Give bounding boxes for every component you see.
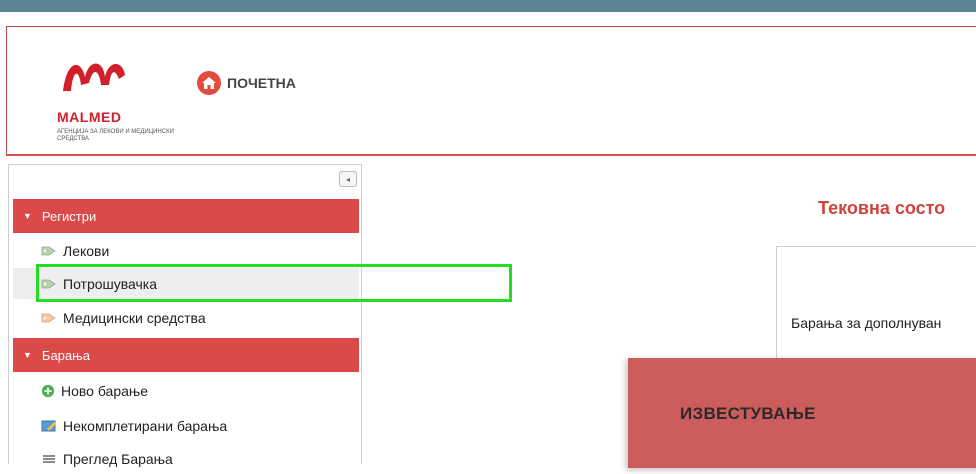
home-label: ПОЧЕТНА: [227, 75, 296, 91]
sidebar-item-label: Медицински средства: [63, 309, 206, 326]
sidebar-item-request-overview[interactable]: Преглед Барања: [13, 443, 359, 474]
section-requests-label: Барања: [41, 347, 90, 363]
collapse-sidebar-button[interactable]: ◂: [339, 171, 357, 187]
sidebar: ◂ ▼ Регистри Лекови Потрошувачка Медицин…: [8, 164, 362, 467]
sidebar-item-medical-devices[interactable]: Медицински средства: [13, 302, 359, 333]
sidebar-item-label: Преглед Барања: [63, 450, 173, 467]
section-requests[interactable]: ▼ Барања: [13, 338, 359, 372]
sidebar-item-label: Некомплетирани барања: [63, 417, 228, 434]
plus-circle-icon: [41, 384, 55, 397]
edit-icon: [41, 420, 56, 431]
notification-title: ИЗВЕСТУВАЊЕ: [680, 404, 816, 423]
panel-text: Барања за дополнуван: [791, 315, 942, 331]
home-icon: [197, 71, 221, 95]
page-title: Тековна состо: [818, 198, 946, 218]
caret-down-icon: ▼: [23, 211, 32, 221]
header: MALMED АГЕНЦИЈА ЗА ЛЕКОВИ И МЕДИЦИНСКИ С…: [6, 26, 976, 156]
malmed-logo[interactable]: MALMED АГЕНЦИЈА ЗА ЛЕКОВИ И МЕДИЦИНСКИ С…: [37, 45, 174, 142]
sidebar-item-medicines[interactable]: Лекови: [13, 235, 359, 266]
sidebar-item-label: Потрошувачка: [63, 275, 158, 292]
list-icon: [43, 454, 55, 463]
logo-name: MALMED: [57, 109, 122, 125]
logo-subtitle: АГЕНЦИЈА ЗА ЛЕКОВИ И МЕДИЦИНСКИ СРЕДСТВА: [57, 129, 174, 142]
section-registers[interactable]: ▼ Регистри: [13, 199, 359, 233]
top-bar: [0, 0, 976, 12]
sidebar-item-consumption[interactable]: Потрошувачка: [13, 268, 359, 299]
section-registers-label: Регистри: [41, 208, 97, 224]
home-link[interactable]: ПОЧЕТНА: [197, 71, 296, 95]
sidebar-item-incomplete-requests[interactable]: Некомплетирани барања: [13, 410, 359, 441]
status-panel: Барања за дополнуван: [776, 246, 976, 376]
sidebar-item-new-request[interactable]: Ново барање: [13, 375, 359, 406]
tag-icon: [41, 279, 56, 288]
sidebar-item-label: Ново барање: [61, 382, 149, 399]
malmed-logo-mark: [63, 63, 125, 91]
notification-popup[interactable]: ИЗВЕСТУВАЊЕ: [628, 358, 976, 468]
tag-icon: [41, 313, 56, 322]
chevron-left-icon: ◂: [345, 174, 350, 184]
caret-down-icon: ▼: [23, 350, 32, 360]
sidebar-item-label: Лекови: [63, 242, 110, 259]
tag-icon: [41, 246, 56, 255]
